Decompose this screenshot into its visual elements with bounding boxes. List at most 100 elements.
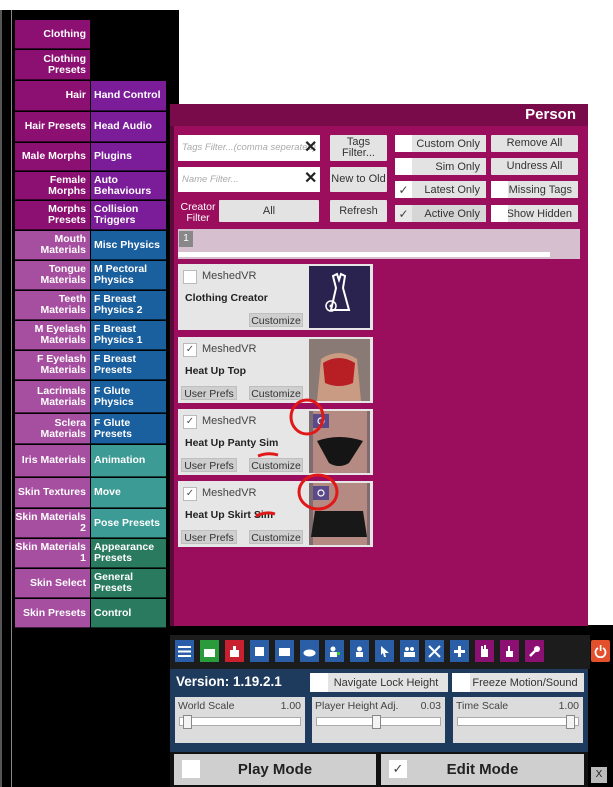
tab-skin-materials-1[interactable]: Skin Materials 1 (15, 539, 90, 568)
world-scale-value: 1.00 (280, 700, 301, 712)
menu-icon[interactable] (175, 640, 194, 662)
version-label: Version: 1.19.2.1 (176, 674, 282, 689)
play-mode-checkbox[interactable] (182, 760, 200, 778)
navigate-lock-height-toggle[interactable]: Navigate Lock Height (310, 673, 448, 692)
tab-appearance-presets[interactable]: Appearance Presets (91, 539, 166, 568)
tab-lacrimals-materials[interactable]: Lacrimals Materials (15, 381, 90, 413)
clear-tags-icon[interactable]: ✕ (304, 137, 317, 157)
people-icon[interactable] (400, 640, 419, 662)
time-scale-slider[interactable]: Time Scale 1.00 (453, 697, 583, 743)
tab-teeth-materials[interactable]: Teeth Materials (15, 291, 90, 320)
tab-f-breast-physics-1[interactable]: F Breast Physics 1 (91, 321, 166, 350)
hand-icon[interactable] (475, 640, 494, 662)
tab-misc-physics[interactable]: Misc Physics (91, 231, 166, 260)
item-name: Clothing Creator (185, 292, 268, 304)
world-scale-slider[interactable]: World Scale 1.00 (175, 697, 305, 743)
sort-button[interactable]: New to Old (330, 167, 387, 192)
tab-control[interactable]: Control (91, 599, 166, 628)
sim-only-checkbox[interactable] (395, 158, 412, 175)
tab-animation[interactable]: Animation (91, 445, 166, 477)
hand-pointer-icon[interactable] (500, 640, 519, 662)
tab-iris-materials[interactable]: Iris Materials (15, 445, 90, 477)
active-only-checkbox[interactable]: ✓ (395, 205, 412, 222)
tab-skin-materials-2[interactable]: Skin Materials 2 (15, 509, 90, 538)
slider-knob[interactable] (566, 715, 575, 729)
item-checkbox[interactable] (183, 270, 197, 284)
top-border (0, 0, 613, 10)
tab-auto-behaviours[interactable]: Auto Behaviours (91, 172, 166, 200)
name-filter-input[interactable]: Name Filter... (178, 167, 320, 192)
cloud-icon[interactable] (300, 640, 319, 662)
tab-mouth-materials[interactable]: Mouth Materials (15, 231, 90, 260)
slider-track[interactable] (179, 717, 301, 726)
slider-knob[interactable] (183, 715, 192, 729)
customize-button[interactable]: Customize (249, 530, 303, 544)
navigate-lock-checkbox[interactable] (310, 673, 328, 692)
user-prefs-button[interactable]: User Prefs (181, 530, 237, 544)
edit-mode-checkbox[interactable]: ✓ (389, 760, 407, 778)
list-item[interactable]: ✓ MeshedVR Heat Up Top User Prefs Custom… (178, 337, 373, 403)
tab-male-morphs[interactable]: Male Morphs (15, 143, 90, 171)
tab-move[interactable]: Move (91, 478, 166, 508)
edit-mode-button[interactable]: ✓ Edit Mode (381, 754, 584, 785)
tab-clothing-presets[interactable]: Clothing Presets (15, 50, 90, 80)
tab-m-eyelash-materials[interactable]: M Eyelash Materials (15, 321, 90, 350)
tools-icon[interactable] (425, 640, 444, 662)
power-icon[interactable] (225, 640, 244, 662)
tab-general-presets[interactable]: General Presets (91, 569, 166, 598)
item-checkbox[interactable]: ✓ (183, 343, 197, 357)
plus-icon[interactable] (450, 640, 469, 662)
tab-plugins[interactable]: Plugins (91, 143, 166, 171)
freeze-motion-checkbox[interactable] (452, 673, 470, 692)
tab-pose-presets[interactable]: Pose Presets (91, 509, 166, 538)
remove-all-button[interactable]: Remove All (491, 135, 578, 152)
package-icon[interactable] (275, 640, 294, 662)
tab-f-breast-physics-2[interactable]: F Breast Physics 2 (91, 291, 166, 320)
wrench-icon[interactable] (525, 640, 544, 662)
cursor-icon[interactable] (375, 640, 394, 662)
tab-clothing[interactable]: Clothing (15, 20, 90, 49)
tab-f-eyelash-materials[interactable]: F Eyelash Materials (15, 351, 90, 380)
tab-tongue-materials[interactable]: Tongue Materials (15, 261, 90, 290)
close-button[interactable]: X (591, 767, 607, 783)
tab-morphs-presets[interactable]: Morphs Presets (15, 201, 90, 230)
play-mode-button[interactable]: Play Mode (174, 754, 376, 785)
refresh-button[interactable]: Refresh (330, 200, 387, 222)
custom-only-checkbox[interactable] (395, 135, 412, 152)
tab-skin-select[interactable]: Skin Select (15, 569, 90, 598)
person-icon[interactable] (350, 640, 369, 662)
tab-f-glute-presets[interactable]: F Glute Presets (91, 414, 166, 444)
creator-filter-select[interactable]: All (219, 200, 319, 222)
tab-hand-control[interactable]: Hand Control (91, 81, 166, 111)
tab-f-glute-physics[interactable]: F Glute Physics (91, 381, 166, 413)
tab-m-pectoral-physics[interactable]: M Pectoral Physics (91, 261, 166, 290)
latest-only-checkbox[interactable]: ✓ (395, 181, 412, 198)
tab-sclera-materials[interactable]: Sclera Materials (15, 414, 90, 444)
tags-filter-button[interactable]: Tags Filter... (330, 135, 387, 161)
page-scroll[interactable] (178, 252, 550, 257)
list-item[interactable]: MeshedVR Clothing Creator Customize (178, 264, 373, 330)
tab-skin-presets[interactable]: Skin Presets (15, 599, 90, 628)
player-height-slider[interactable]: Player Height Adj. 0.03 (312, 697, 445, 743)
slider-knob[interactable] (372, 715, 381, 729)
scene-icon[interactable] (200, 640, 219, 662)
box-icon[interactable] (250, 640, 269, 662)
tab-collision-triggers[interactable]: Collision Triggers (91, 201, 166, 230)
show-hidden-checkbox[interactable] (491, 205, 508, 222)
power-off-icon[interactable] (591, 640, 610, 662)
missing-tags-checkbox[interactable] (491, 181, 508, 198)
tab-head-audio[interactable]: Head Audio (91, 112, 166, 142)
person-add-icon[interactable] (325, 640, 344, 662)
clear-name-icon[interactable]: ✕ (304, 168, 317, 188)
tags-filter-input[interactable]: Tags Filter...(comma seperated) (178, 135, 320, 161)
tab-f-breast-presets[interactable]: F Breast Presets (91, 351, 166, 380)
slider-track[interactable] (457, 717, 579, 726)
tab-hair[interactable]: Hair (15, 81, 90, 111)
tab-female-morphs[interactable]: Female Morphs (15, 172, 90, 200)
page-number[interactable]: 1 (179, 231, 193, 247)
tab-skin-textures[interactable]: Skin Textures (15, 478, 90, 508)
undress-all-button[interactable]: Undress All (491, 158, 578, 175)
customize-button[interactable]: Customize (249, 313, 303, 327)
tab-hair-presets[interactable]: Hair Presets (15, 112, 90, 142)
freeze-motion-toggle[interactable]: Freeze Motion/Sound (452, 673, 584, 692)
